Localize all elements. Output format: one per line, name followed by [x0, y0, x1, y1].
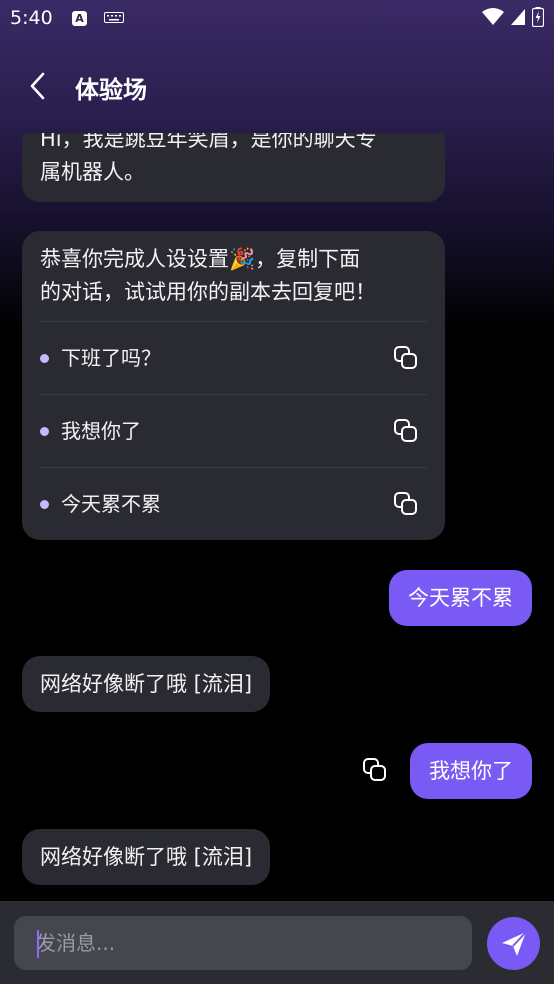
suggestion-text: 今天累不累	[61, 491, 161, 516]
congrats-line-2: 的对话，试试用你的副本去回复吧！	[40, 280, 376, 304]
message-input[interactable]	[14, 916, 472, 970]
signal-icon	[511, 9, 525, 25]
page-title: 体验场	[75, 76, 147, 104]
app-notification-icon: A	[72, 11, 87, 26]
suggestion-text: 我想你了	[61, 418, 141, 443]
wifi-icon	[482, 8, 504, 25]
user-message: 今天累不累	[389, 570, 532, 626]
keyboard-icon	[104, 12, 124, 23]
copy-icon[interactable]	[362, 757, 388, 783]
send-icon	[501, 930, 527, 956]
bullet-icon	[40, 499, 49, 509]
copy-icon[interactable]	[393, 345, 419, 371]
battery-icon	[532, 7, 544, 27]
bullet-icon	[40, 353, 49, 363]
suggestion-item[interactable]: 我想你了	[40, 394, 427, 467]
chat-area[interactable]: Hi，我是跳豆年笑眉，是你的聊天专 属机器人。 恭喜你完成人设设置🎉，复制下面 …	[0, 133, 554, 901]
suggestion-item[interactable]: 下班了吗？	[40, 321, 427, 394]
bot-message-intro: Hi，我是跳豆年笑眉，是你的聊天专 属机器人。	[22, 133, 445, 202]
bot-message: 网络好像断了哦 [流泪]	[22, 829, 271, 885]
status-bar: 5:40 A	[0, 0, 554, 36]
suggestion-item[interactable]: 今天累不累	[40, 467, 427, 540]
suggestion-text: 下班了吗？	[61, 345, 161, 370]
user-message: 我想你了	[410, 743, 532, 799]
send-button[interactable]	[487, 917, 540, 970]
congrats-line-1: 恭喜你完成人设设置🎉，复制下面	[40, 247, 361, 271]
intro-line-2: 属机器人。	[40, 160, 145, 184]
bullet-icon	[40, 426, 49, 436]
intro-line-1: Hi，我是跳豆年笑眉，是你的聊天专	[40, 133, 377, 151]
text-caret	[37, 930, 39, 958]
back-chevron-icon[interactable]	[24, 70, 54, 102]
copy-icon[interactable]	[393, 418, 419, 444]
message-input-bar	[0, 901, 554, 984]
status-time: 5:40	[10, 7, 53, 29]
bot-message: 网络好像断了哦 [流泪]	[22, 656, 271, 712]
bot-message-suggestions: 恭喜你完成人设设置🎉，复制下面 的对话，试试用你的副本去回复吧！ 下班了吗？ 我…	[22, 231, 445, 540]
app-header: 体验场	[0, 60, 554, 114]
copy-icon[interactable]	[393, 491, 419, 517]
